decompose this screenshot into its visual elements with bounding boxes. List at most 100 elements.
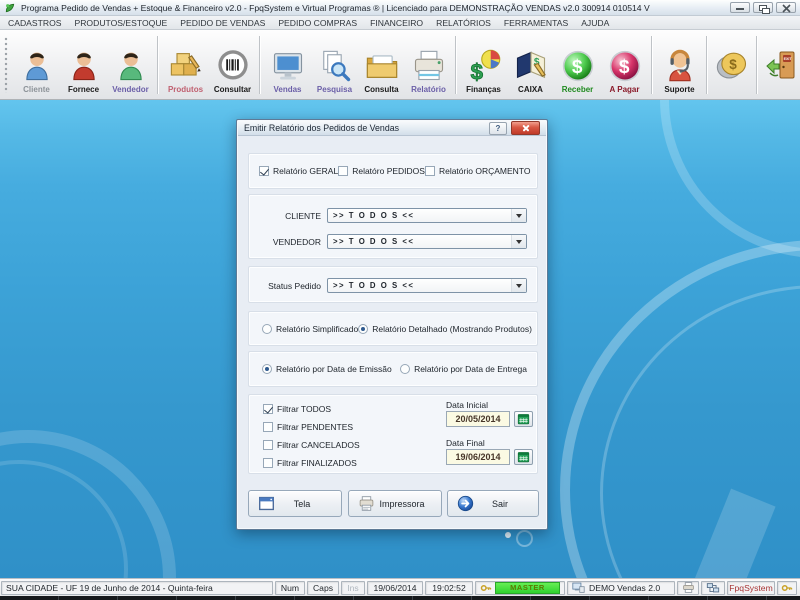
checkbox-filtrar-cancelados[interactable]: Filtrar CANCELADOS xyxy=(263,440,360,450)
checkbox-box xyxy=(263,440,273,450)
vendedor-label: VENDEDOR xyxy=(249,237,321,247)
data-final-input[interactable]: 19/06/2014 xyxy=(446,449,510,465)
window-close-button[interactable] xyxy=(776,2,796,13)
minimize-button[interactable] xyxy=(730,2,750,13)
checkbox-box xyxy=(263,404,273,414)
svg-text:$: $ xyxy=(470,59,483,84)
exit-arrow-icon xyxy=(457,495,474,512)
restore-button[interactable] xyxy=(753,2,773,13)
svg-text:EXIT: EXIT xyxy=(784,57,793,61)
radio-data-entrega[interactable]: Relatório por Data de Entrega xyxy=(400,364,527,374)
key-icon xyxy=(480,582,492,594)
status-date: 19/06/2014 xyxy=(367,581,423,595)
radio-circle xyxy=(358,324,368,334)
status-pedido-select[interactable]: >> T O D O S << xyxy=(327,278,527,293)
toolbar-apagar-button[interactable]: $ A Pagar xyxy=(601,34,648,96)
impressora-button[interactable]: Impressora xyxy=(348,490,442,517)
status-brand: FpqSystem xyxy=(727,581,775,595)
status-printer xyxy=(677,581,699,595)
detail-mode-group: Relatório Simplificado Relatório Detalha… xyxy=(248,311,538,346)
menu-cadastros[interactable]: CADASTROS xyxy=(8,18,61,28)
printer-icon xyxy=(358,495,375,512)
status-app-name: DEMO Vendas 2.0 xyxy=(567,581,675,595)
toolbar-vendedor-button[interactable]: Vendedor xyxy=(107,34,154,96)
data-inicial-label: Data Inicial xyxy=(446,400,488,410)
dialog-help-button[interactable]: ? xyxy=(489,122,507,135)
radio-circle xyxy=(400,364,410,374)
search-documents-icon xyxy=(317,48,353,84)
statusbar: SUA CIDADE - UF 19 de Junho de 2014 - Qu… xyxy=(0,578,800,596)
vendedor-select[interactable]: >> T O D O S << xyxy=(327,234,527,249)
toolbar-suporte-button[interactable]: Suporte xyxy=(656,34,703,96)
menu-produtos-estoque[interactable]: PRODUTOS/ESTOQUE xyxy=(74,18,167,28)
printer-icon xyxy=(682,581,695,594)
checkbox-relatorio-orcamento[interactable]: Relatório ORÇAMENTO xyxy=(425,166,530,176)
data-inicial-input[interactable]: 20/05/2014 xyxy=(446,411,510,427)
bottom-strip xyxy=(0,596,800,600)
status-pedido-label: Status Pedido xyxy=(249,281,321,291)
toolbar-consultar-button[interactable]: Consultar xyxy=(209,34,256,96)
radio-data-emissao[interactable]: Relatório por Data de Emissão xyxy=(262,364,392,374)
toolbar-relatorio-button[interactable]: Relatório xyxy=(405,34,452,96)
toolbar-vendas-button[interactable]: Vendas xyxy=(264,34,311,96)
toolbar-caixa-button[interactable]: $ CAIXA xyxy=(507,34,554,96)
tela-button[interactable]: Tela xyxy=(248,490,342,517)
menu-ajuda[interactable]: AJUDA xyxy=(581,18,609,28)
dialog-close-button[interactable] xyxy=(511,121,540,135)
checkbox-box xyxy=(425,166,435,176)
radio-relatorio-detalhado[interactable]: Relatório Detalhado (Mostrando Produtos) xyxy=(358,324,532,334)
toolbar-separator xyxy=(157,36,159,94)
menu-relatorios[interactable]: RELATÓRIOS xyxy=(436,18,491,28)
toolbar-separator xyxy=(455,36,457,94)
toolbar-grip[interactable] xyxy=(4,37,9,93)
checkbox-filtrar-todos[interactable]: Filtrar TODOS xyxy=(263,404,331,414)
query-folder-icon xyxy=(364,48,400,84)
status-network xyxy=(701,581,725,595)
menu-financeiro[interactable]: FINANCEIRO xyxy=(370,18,423,28)
toolbar-produtos-button[interactable]: Produtos xyxy=(162,34,209,96)
toolbar-cliente-button[interactable]: Cliente xyxy=(13,34,60,96)
status-num: Num xyxy=(275,581,305,595)
cashbook-icon: $ xyxy=(513,48,549,84)
finance-dollar-pie-icon: $ xyxy=(466,48,502,84)
chevron-down-icon xyxy=(511,235,526,248)
toolbar-fornece-button[interactable]: Fornece xyxy=(60,34,107,96)
person-supplier-icon xyxy=(66,48,102,84)
status-ins: Ins xyxy=(341,581,365,595)
checkbox-filtrar-finalizados[interactable]: Filtrar FINALIZADOS xyxy=(263,458,357,468)
toolbar-separator xyxy=(259,36,261,94)
pay-dollar-icon: $ xyxy=(607,48,643,84)
toolbar-receber-button[interactable]: $ Receber xyxy=(554,34,601,96)
data-inicial-calendar-button[interactable] xyxy=(514,411,533,427)
toolbar-financas-button[interactable]: $ Finanças xyxy=(460,34,507,96)
toolbar-separator xyxy=(706,36,708,94)
data-final-calendar-button[interactable] xyxy=(514,449,533,465)
toolbar-coin-button[interactable]: $ xyxy=(711,34,753,96)
checkbox-relatorio-pedidos[interactable]: Relatóro PEDIDOS xyxy=(338,166,425,176)
menu-ferramentas[interactable]: FERRAMENTAS xyxy=(504,18,568,28)
key-icon xyxy=(781,582,793,594)
menu-pedido-de-vendas[interactable]: PEDIDO DE VENDAS xyxy=(180,18,265,28)
svg-text:$: $ xyxy=(729,56,737,71)
radio-circle xyxy=(262,364,272,374)
coin-icon: $ xyxy=(714,47,750,83)
toolbar-exit-button[interactable]: EXIT xyxy=(761,34,800,96)
checkbox-relatorio-geral[interactable]: Relatório GERAL xyxy=(259,166,338,176)
toolbar-consulta-button[interactable]: Consulta xyxy=(358,34,405,96)
sales-monitor-icon xyxy=(270,48,306,84)
window-titlebar: Programa Pedido de Vendas + Estoque & Fi… xyxy=(0,0,800,16)
person-client-icon xyxy=(19,48,55,84)
products-boxes-icon xyxy=(168,48,204,84)
sair-button[interactable]: Sair xyxy=(447,490,539,517)
computer-icon xyxy=(572,581,585,594)
checkbox-filtrar-pendentes[interactable]: Filtrar PENDENTES xyxy=(263,422,353,432)
toolbar-separator xyxy=(756,36,758,94)
client-seller-group: CLIENTE >> T O D O S << VENDEDOR >> T O … xyxy=(248,194,538,259)
menu-pedido-compras[interactable]: PEDIDO COMPRAS xyxy=(278,18,357,28)
report-type-group: Relatório GERAL Relatóro PEDIDOS Relatór… xyxy=(248,153,538,189)
filters-dates-group: Filtrar TODOS Filtrar PENDENTES Filtrar … xyxy=(248,394,538,474)
radio-relatorio-simplificado[interactable]: Relatório Simplificado xyxy=(262,324,358,334)
cliente-select[interactable]: >> T O D O S << xyxy=(327,208,527,223)
barcode-search-icon xyxy=(215,48,251,84)
toolbar-pesquisa-button[interactable]: Pesquisa xyxy=(311,34,358,96)
